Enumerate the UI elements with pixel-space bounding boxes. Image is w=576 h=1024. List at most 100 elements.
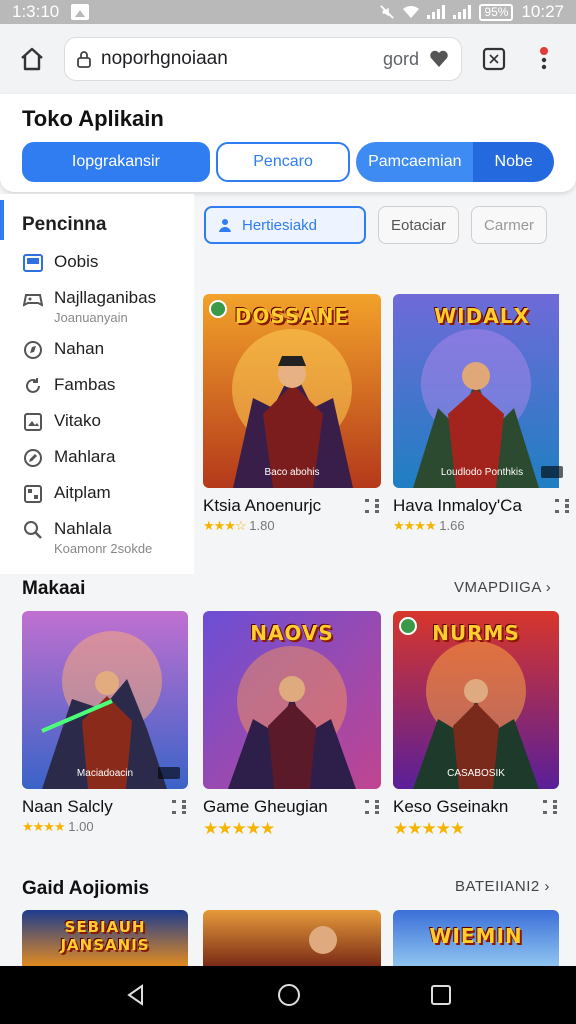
navigation-bar [0, 966, 576, 1024]
section-see-all-link[interactable]: BATEIIANI2 › [455, 878, 550, 895]
game-rating: ★★★★ 1.66 [393, 518, 465, 533]
filter-chip[interactable]: Eotaciar [378, 206, 460, 244]
signal-icon [427, 5, 446, 19]
sidebar-title: Pencinna [22, 214, 107, 235]
more-options-icon[interactable] [363, 797, 381, 817]
home-circle-icon[interactable] [276, 982, 302, 1008]
section-title: Makaai [22, 578, 86, 599]
game-name: Ktsia Anoenurjc [203, 496, 322, 515]
artwork-caption: CASABOSIK [447, 768, 505, 779]
tab-split: Pamcaemian Nobe [356, 142, 554, 182]
tabs-button[interactable] [476, 41, 512, 77]
game-card-row-2[interactable]: NAOVS Game Gheugian ★★★★★ [203, 611, 381, 839]
tab-3[interactable]: Pamcaemian [356, 142, 474, 182]
chevron-right-icon: › [545, 579, 552, 596]
section-see-all-link[interactable]: VMAPDIIGA › [454, 579, 551, 596]
section-title: Gaid Aojiomis [22, 878, 150, 899]
browser-toolbar: noporhgnoiaan gord [0, 24, 576, 94]
square-icon [23, 254, 43, 272]
game-card-row-1[interactable]: Maciadoacin Naan Salcly ★★★★ 1.00 [22, 611, 188, 835]
heart-icon[interactable] [429, 50, 449, 68]
sidebar-item-1[interactable]: Najllaganibas Joanuanyain [22, 288, 194, 325]
tab-2[interactable]: Pencaro [215, 142, 351, 182]
gamepad-icon [23, 294, 43, 307]
image-notification-icon [71, 4, 90, 20]
mute-icon [380, 5, 395, 19]
address-bar[interactable]: noporhgnoiaan gord [64, 37, 462, 81]
game-artwork[interactable]: NAOVS [203, 611, 381, 789]
menu-button[interactable] [526, 41, 562, 77]
filter-chips: Hertiesiakd Eotaciar Carmer [204, 206, 548, 244]
tab-bar: Iopgrakansir Pencaro Pamcaemian Nobe [22, 142, 554, 182]
recents-icon[interactable] [430, 984, 452, 1006]
url-suffix: gord [382, 48, 419, 69]
game-artwork[interactable]: NURMS CASABOSIK [393, 611, 559, 789]
filter-chip[interactable]: Carmer [471, 206, 548, 244]
game-card-bottom-2[interactable] [203, 910, 381, 966]
sidebar-item-6[interactable]: Aitplam [22, 483, 194, 505]
category-sidebar: Pencinna Oobis Najllaganibas Joanuanyain… [0, 194, 194, 574]
signal-2-icon [453, 5, 472, 19]
game-artwork[interactable]: SEBIAUH JANSANIS [22, 910, 188, 966]
rating-stars-icon: ★★★★ [22, 819, 66, 834]
sidebar-item-label: Vitako [54, 411, 101, 430]
more-options-icon[interactable] [541, 797, 559, 817]
compass-icon [24, 341, 42, 359]
game-card-row-3[interactable]: NURMS CASABOSIK Keso Gseinakn ★★★★★ [393, 611, 559, 839]
game-name: Keso Gseinakn [393, 797, 509, 816]
chevron-right-icon: › [544, 878, 550, 895]
sidebar-item-7[interactable]: Nahlala Koamonr 2sokde [22, 519, 194, 556]
home-button[interactable] [14, 41, 50, 77]
game-card-bottom-1[interactable]: SEBIAUH JANSANIS [22, 910, 188, 966]
status-time-left: 1:3:10 [12, 2, 60, 21]
sidebar-item-label: Nahlala [54, 519, 112, 538]
sidebar-item-label: Mahlara [54, 447, 116, 466]
rating-stars-icon: ★★★★★ [203, 819, 275, 838]
more-vert-icon [540, 47, 548, 70]
filter-chip-active[interactable]: Hertiesiakd [204, 206, 366, 244]
sidebar-item-3[interactable]: Fambas [22, 375, 194, 397]
sidebar-item-label: Oobis [54, 252, 99, 271]
rating-stars-icon: ★★★★★ [393, 819, 465, 838]
page-title: Toko Aplikain [22, 106, 164, 131]
edit-icon [24, 449, 42, 467]
game-artwork[interactable] [203, 910, 381, 966]
artwork-caption: Maciadoacin [76, 768, 134, 779]
more-options-icon[interactable] [553, 496, 571, 516]
person-icon [219, 219, 231, 232]
artwork-title: SEBIAUH JANSANIS [60, 918, 150, 954]
more-options-icon[interactable] [170, 797, 188, 817]
artwork-title: WIDALX [434, 304, 530, 328]
sidebar-item-4[interactable]: Vitako [22, 411, 194, 433]
game-card-bottom-3[interactable]: WIEMIN [393, 910, 559, 966]
lock-icon [77, 51, 91, 68]
sidebar-item-label: Fambas [54, 375, 116, 394]
sidebar-item-5[interactable]: Mahlara [22, 447, 194, 469]
more-options-icon[interactable] [363, 496, 381, 516]
sidebar-active-indicator [0, 200, 4, 240]
game-artwork[interactable]: WIDALX Loudlodo Ponthkis [393, 294, 571, 488]
artwork-title: NAOVS [250, 621, 334, 645]
game-rating: ★★★★ 1.00 [22, 819, 94, 834]
artwork-caption: Loudlodo Ponthkis [440, 467, 524, 478]
refresh-icon [26, 378, 40, 393]
game-card-top-1[interactable]: DOSSANE Baco abohis Ktsia Anoenurjc ★★★☆… [203, 294, 381, 534]
artwork-caption: Baco abohis [264, 467, 320, 478]
sidebar-item-0[interactable]: Oobis [22, 252, 194, 274]
tab-4[interactable]: Nobe [473, 142, 554, 182]
game-name: Naan Salcly [22, 797, 113, 816]
sidebar-item-2[interactable]: Nahan [22, 339, 194, 361]
game-artwork[interactable]: Maciadoacin [22, 611, 188, 789]
game-rating: ★★★★★ [203, 819, 381, 839]
game-artwork[interactable]: WIEMIN [393, 910, 559, 966]
game-artwork[interactable]: DOSSANE Baco abohis [203, 294, 381, 488]
tab-1[interactable]: Iopgrakansir [22, 142, 210, 182]
game-name: Hava Inmaloy'Ca [393, 496, 522, 515]
game-card-top-2[interactable]: WIDALX Loudlodo Ponthkis Hava Inmaloy'Ca… [393, 294, 571, 534]
grid-icon [24, 485, 42, 503]
back-icon[interactable] [124, 983, 148, 1007]
home-icon [21, 47, 43, 71]
search-icon [24, 521, 42, 539]
game-rating: ★★★☆ 1.80 [203, 518, 275, 533]
status-time-right: 10:27 [521, 2, 564, 21]
